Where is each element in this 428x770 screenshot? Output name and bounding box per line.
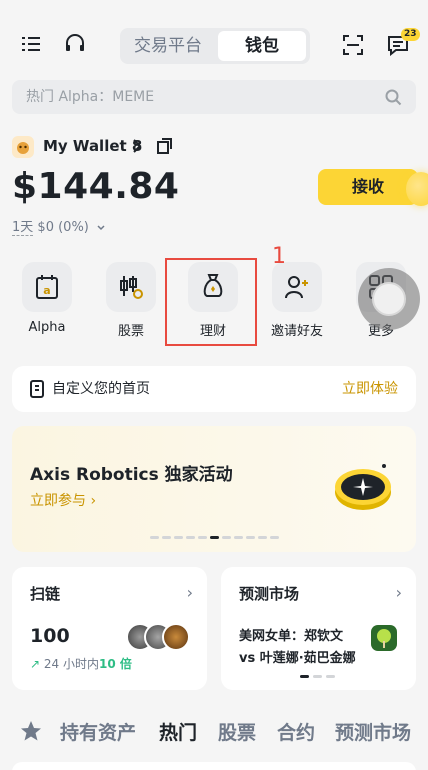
tennis-event-icon <box>371 625 397 651</box>
scan-sub-row: ↗ 24 小时内10 倍 <box>30 655 132 672</box>
tab-stocks[interactable]: 股票 <box>218 718 256 745</box>
promo-banner[interactable]: Axis Robotics 独家活动 立即参与 › <box>12 426 416 552</box>
stocks-icon <box>118 274 144 300</box>
scan-card-title: 扫链 <box>30 585 61 603</box>
search-icon[interactable] <box>385 89 402 106</box>
phone-layout-icon <box>30 380 44 398</box>
mascot-peek-icon[interactable] <box>406 172 428 206</box>
carousel-dot <box>270 536 279 539</box>
carousel-dot <box>162 536 171 539</box>
shortcut-label: 股票 <box>117 324 144 339</box>
floating-assistive-ball[interactable] <box>358 268 420 330</box>
pnl-period-selector[interactable]: 1天 $0 (0%) <box>12 216 106 236</box>
scan-value: 100 <box>30 625 70 647</box>
wallet-name[interactable]: My Wallet 8 <box>43 136 142 156</box>
annotation-highlight-box <box>165 258 257 346</box>
scan-sub-highlight: 10 倍 <box>98 657 132 671</box>
notification-badge: 23 <box>401 28 420 41</box>
banner-title: Axis Robotics 独家活动 <box>30 465 233 485</box>
top-bar: 交易平台 钱包 23 <box>0 24 428 66</box>
wallet-avatar-icon <box>12 136 34 158</box>
svg-text:a: a <box>43 284 50 297</box>
carousel-dot <box>222 536 231 539</box>
carousel-dot <box>198 536 207 539</box>
banner-join-link[interactable]: 立即参与 › <box>30 490 96 510</box>
token-avatars <box>126 623 192 651</box>
predict-line-1: 美网女单：郑钦文 <box>239 629 344 644</box>
predict-card-title: 预测市场 <box>239 585 300 603</box>
scan-sub-prefix: 24 小时内 <box>43 657 99 671</box>
total-balance: $144.84 <box>12 166 180 207</box>
shortcut-alpha[interactable]: a <box>22 262 72 312</box>
alpha-icon: a <box>35 274 59 300</box>
shortcut-label: Alpha <box>28 320 66 335</box>
tab-futures[interactable]: 合约 <box>277 718 315 745</box>
chevron-down-icon <box>96 223 106 233</box>
annotation-number: 1 <box>272 244 286 269</box>
carousel-dot <box>234 536 243 539</box>
customize-homepage-card[interactable]: 自定义您的首页 立即体验 <box>12 366 416 412</box>
tab-wallet[interactable]: 钱包 <box>218 31 306 61</box>
carousel-dot-active <box>210 536 219 539</box>
chevron-right-icon[interactable]: › <box>187 583 193 602</box>
search-bar[interactable]: 热门 Alpha：MEME <box>12 80 416 114</box>
list-card-top-edge <box>12 762 416 770</box>
assistive-ball-inner <box>372 282 406 316</box>
trend-up-icon: ↗ <box>30 657 41 671</box>
shortcut-invite[interactable] <box>272 262 322 312</box>
favorites-star-icon[interactable] <box>20 720 42 742</box>
pnl-value: $0 (0%) <box>37 220 89 235</box>
shortcut-stocks[interactable] <box>106 262 156 312</box>
scan-chain-card[interactable]: 扫链 › 100 ↗ 24 小时内10 倍 <box>12 567 207 690</box>
shortcut-label: 邀请好友 <box>270 324 323 339</box>
asset-tabs: 持有资产 热门 股票 合约 预测市场 <box>0 718 428 748</box>
carousel-dot <box>246 536 255 539</box>
scan-icon[interactable] <box>342 34 364 56</box>
carousel-dot <box>186 536 195 539</box>
axis-coin-icon <box>332 462 394 512</box>
customize-text: 自定义您的首页 <box>52 381 150 397</box>
mode-switcher: 交易平台 钱包 <box>120 28 310 64</box>
pnl-period: 1天 <box>12 220 34 236</box>
invite-friend-icon <box>284 274 310 300</box>
try-now-link[interactable]: 立即体验 <box>342 366 398 412</box>
chevron-right-icon[interactable] <box>132 138 142 154</box>
tab-prediction[interactable]: 预测市场 <box>335 718 411 745</box>
carousel-dot <box>174 536 183 539</box>
headset-support-icon[interactable] <box>64 34 86 54</box>
menu-icon[interactable] <box>22 36 40 52</box>
tab-holdings[interactable]: 持有资产 <box>60 718 136 745</box>
page-indicator <box>313 675 322 678</box>
predict-line-2: vs 叶莲娜·茹巴金娜 <box>239 651 356 666</box>
token-avatar-icon <box>162 623 190 651</box>
chevron-right-icon[interactable]: › <box>396 583 402 602</box>
wallet-selector[interactable]: My Wallet 8 <box>12 133 182 159</box>
carousel-dot <box>150 536 159 539</box>
copy-icon[interactable] <box>156 137 174 155</box>
search-input[interactable]: 热门 Alpha：MEME <box>26 80 154 114</box>
receive-button[interactable]: 接收 <box>318 169 418 205</box>
carousel-dot <box>258 536 267 539</box>
tab-hot[interactable]: 热门 <box>159 718 197 745</box>
page-indicator-active <box>300 675 309 678</box>
page-indicator <box>326 675 335 678</box>
tab-exchange[interactable]: 交易平台 <box>124 31 212 61</box>
prediction-market-card[interactable]: 预测市场 › 美网女单：郑钦文 vs 叶莲娜·茹巴金娜 <box>221 567 416 690</box>
